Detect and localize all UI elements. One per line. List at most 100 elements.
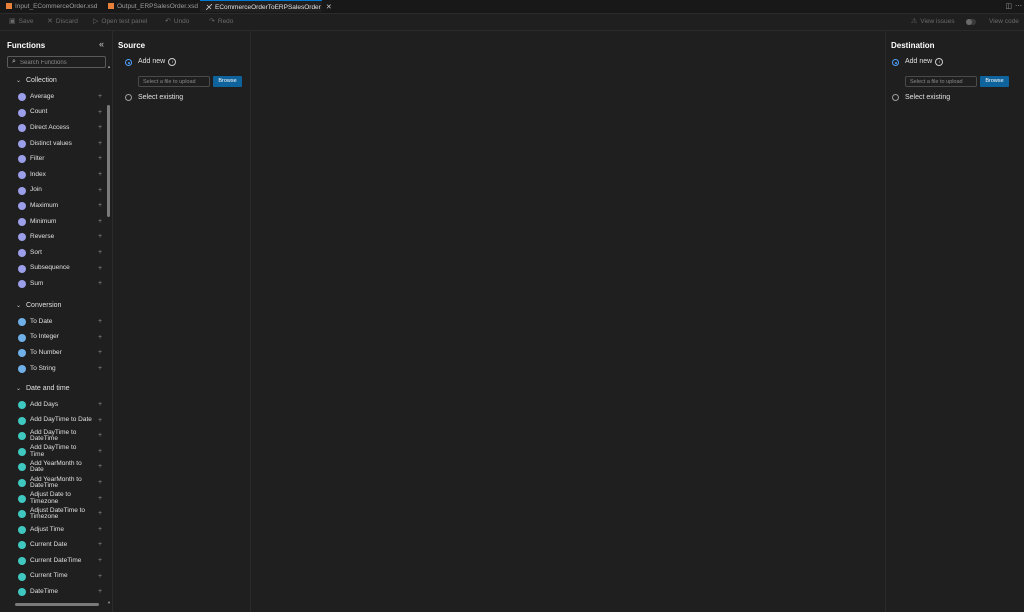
view-code-toggle[interactable] [966,19,976,25]
function-item[interactable]: Sum + [18,277,104,291]
function-item[interactable]: Add DayTime to DateTime + [18,429,104,443]
add-icon[interactable]: + [98,573,102,581]
function-label: To String [30,364,56,372]
horizontal-scrollbar[interactable] [12,603,108,607]
select-existing-label: Select existing [138,94,184,101]
function-item[interactable]: Adjust Time + [18,523,104,537]
function-item[interactable]: Index + [18,168,104,182]
scroll-up-icon[interactable]: ▲ [107,65,111,69]
add-icon[interactable]: + [98,155,102,163]
add-icon[interactable]: + [98,588,102,596]
split-editor-icon[interactable]: ◫ [1005,2,1012,10]
function-category-icon [18,349,26,358]
function-item[interactable]: To Number + [18,346,104,360]
add-icon[interactable]: + [98,495,102,503]
mapping-canvas[interactable] [251,31,885,612]
category-header[interactable]: ⌄ Date and time [16,383,70,395]
function-item[interactable]: Add YearMonth to DateTime + [18,476,104,490]
function-item[interactable]: To Integer + [18,331,104,345]
source-panel: Source Add newi Browse Select existing [113,31,251,612]
add-icon[interactable]: + [98,171,102,179]
file-upload-input[interactable] [138,76,210,87]
add-icon[interactable]: + [98,349,102,357]
function-item[interactable]: Average + [18,90,104,104]
more-actions-icon[interactable]: ⋯ [1015,2,1022,10]
add-icon[interactable]: + [98,249,102,257]
add-icon[interactable]: + [98,140,102,148]
undo-button[interactable]: ↶ Undo [165,14,189,30]
add-icon[interactable]: + [98,479,102,487]
add-icon[interactable]: + [98,233,102,241]
add-icon[interactable]: + [98,334,102,342]
function-item[interactable]: Minimum + [18,215,104,229]
info-icon[interactable]: i [168,58,177,66]
file-upload-input[interactable] [905,76,977,87]
category-header[interactable]: ⌄ Collection [16,75,57,87]
add-icon[interactable]: + [98,557,102,565]
add-icon[interactable]: + [98,541,102,549]
function-item[interactable]: Subsequence + [18,262,104,276]
add-icon[interactable]: + [98,448,102,456]
function-item[interactable]: Adjust DateTime to Timezone + [18,507,104,521]
function-item[interactable]: Distinct values + [18,137,104,151]
add-icon[interactable]: + [98,463,102,471]
function-item[interactable]: Add DayTime to Time + [18,445,104,459]
tab-input-schema[interactable]: Input_ECommerceOrder.xsd [6,0,102,13]
function-item[interactable]: Add Days + [18,398,104,412]
function-item[interactable]: Current Time + [18,570,104,584]
discard-button[interactable]: ✕ Discard [47,14,78,30]
scrollbar-thumb[interactable] [107,105,110,217]
scrollbar-thumb[interactable] [15,603,99,606]
redo-button[interactable]: ↷ Redo [209,14,233,30]
add-icon[interactable]: + [98,318,102,326]
open-test-panel-button[interactable]: ▷ Open test panel [93,14,147,30]
function-item[interactable]: Maximum + [18,199,104,213]
select-existing-radio[interactable] [125,94,132,101]
function-item[interactable]: Sort + [18,246,104,260]
function-item[interactable]: To String + [18,362,104,376]
function-item[interactable]: Current Date + [18,538,104,552]
browse-button[interactable]: Browse [213,76,242,87]
add-icon[interactable]: + [98,93,102,101]
function-item[interactable]: Direct Access + [18,121,104,135]
function-category-icon [18,108,26,117]
add-new-radio[interactable] [892,59,899,66]
browse-button[interactable]: Browse [980,76,1009,87]
undo-icon: ↶ [165,18,171,25]
add-icon[interactable]: + [98,187,102,195]
add-icon[interactable]: + [98,432,102,440]
function-item[interactable]: DateTime + [18,585,104,599]
tab-data-map[interactable]: ECommerceOrderToERPSalesOrder ✕ [200,0,332,12]
view-issues-button[interactable]: ⚠ View issues [911,14,954,30]
function-item[interactable]: Filter + [18,152,104,166]
category-header[interactable]: ⌄ Conversion [16,300,61,312]
function-item[interactable]: Adjust Date to Timezone + [18,491,104,506]
add-icon[interactable]: + [98,280,102,288]
add-icon[interactable]: + [98,526,102,534]
function-item[interactable]: Add DayTime to Date + [18,414,104,428]
add-icon[interactable]: + [98,265,102,273]
close-icon[interactable]: ✕ [326,4,332,11]
add-new-radio[interactable] [125,59,132,66]
function-item[interactable]: To Date + [18,315,104,329]
function-item[interactable]: Add YearMonth to Date + [18,460,104,474]
select-existing-radio[interactable] [892,94,899,101]
add-icon[interactable]: + [98,510,102,518]
function-label: Minimum [30,217,57,225]
function-item[interactable]: Reverse + [18,230,104,244]
add-icon[interactable]: + [98,417,102,425]
add-icon[interactable]: + [98,401,102,409]
vertical-scrollbar[interactable]: ▲ ▼ [107,65,111,605]
info-icon[interactable]: i [935,58,944,66]
add-icon[interactable]: + [98,218,102,226]
add-icon[interactable]: + [98,365,102,373]
add-icon[interactable]: + [98,124,102,132]
add-icon[interactable]: + [98,202,102,210]
tab-output-schema[interactable]: Output_ERPSalesOrder.xsd [108,0,200,13]
save-button[interactable]: ▣ Save [9,14,33,30]
add-icon[interactable]: + [98,109,102,117]
function-item[interactable]: Current DateTime + [18,554,104,568]
function-item[interactable]: Count + [18,106,104,120]
function-item[interactable]: Join + [18,184,104,198]
function-category-icon [18,401,26,409]
